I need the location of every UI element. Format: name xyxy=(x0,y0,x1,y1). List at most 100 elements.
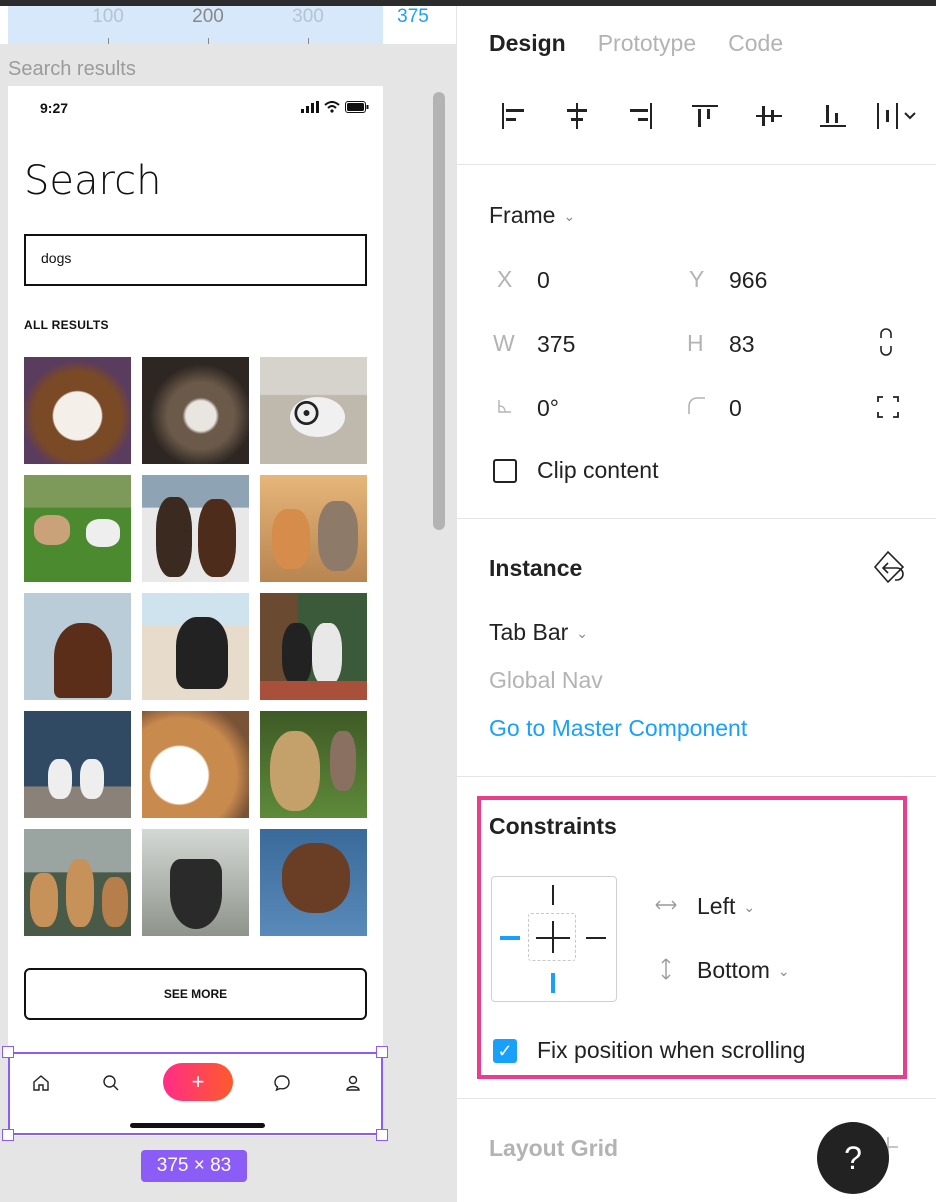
align-bottom-icon[interactable] xyxy=(801,96,865,136)
resize-handle-bottom-left[interactable] xyxy=(2,1129,14,1141)
battery-icon xyxy=(345,101,369,113)
dog-photo-11[interactable] xyxy=(142,711,249,818)
dog-photo-9[interactable] xyxy=(260,593,367,700)
vertical-constraint-value: Bottom xyxy=(697,957,770,983)
component-name: Tab Bar xyxy=(489,619,569,645)
vertical-arrows-icon xyxy=(661,958,671,980)
x-field[interactable]: 0 xyxy=(537,267,550,294)
layout-grid-title: Layout Grid xyxy=(489,1135,619,1161)
horizontal-constraint-dropdown[interactable]: Left ⌄ xyxy=(697,893,755,920)
height-field[interactable]: 83 xyxy=(729,331,755,358)
results-grid xyxy=(24,357,367,936)
dog-photo-6[interactable] xyxy=(260,475,367,582)
chevron-down-icon: ⌄ xyxy=(777,963,790,980)
panel-tabs: Design Prototype Code xyxy=(489,30,783,57)
dog-photo-12[interactable] xyxy=(260,711,367,818)
align-left-icon[interactable] xyxy=(481,96,545,136)
dog-photo-15[interactable] xyxy=(260,829,367,936)
section-heading: ALL RESULTS xyxy=(24,318,109,332)
resize-handle-bottom-right[interactable] xyxy=(376,1129,388,1141)
w-label: W xyxy=(493,330,515,356)
clip-content-checkbox[interactable] xyxy=(493,459,517,483)
tab-prototype[interactable]: Prototype xyxy=(598,30,696,57)
section-divider xyxy=(457,1098,936,1099)
search-results-frame[interactable]: 9:27 Search dogs ALL RESULTS SEE MORE xyxy=(8,86,383,1136)
ruler-tick-selected: 375 xyxy=(397,6,429,27)
h-label: H xyxy=(687,330,704,356)
dog-photo-2[interactable] xyxy=(142,357,249,464)
section-divider xyxy=(457,164,936,165)
corner-radius-icon xyxy=(688,397,705,414)
dog-photo-10[interactable] xyxy=(24,711,131,818)
wifi-icon xyxy=(324,101,340,113)
dog-photo-7[interactable] xyxy=(24,593,131,700)
status-time: 9:27 xyxy=(40,100,69,116)
search-icon xyxy=(103,1075,119,1091)
clip-content-label: Clip content xyxy=(537,457,659,483)
chevron-down-icon: ⌄ xyxy=(576,625,588,642)
page-title: Search xyxy=(24,158,162,204)
dog-photo-13[interactable] xyxy=(24,829,131,936)
constraint-bottom-active[interactable] xyxy=(551,973,555,993)
reset-instance-icon[interactable] xyxy=(871,548,907,586)
constraint-right[interactable] xyxy=(586,937,606,939)
constraint-left-active[interactable] xyxy=(500,936,520,940)
add-button[interactable]: + xyxy=(163,1063,233,1101)
dog-photo-5[interactable] xyxy=(142,475,249,582)
resize-handle-top-right[interactable] xyxy=(376,1046,388,1058)
chevron-down-icon: ⌄ xyxy=(563,208,576,225)
constrain-proportions-icon[interactable] xyxy=(879,328,893,356)
fix-position-label: Fix position when scrolling xyxy=(537,1037,806,1063)
align-right-icon[interactable] xyxy=(609,96,673,136)
section-divider xyxy=(457,776,936,777)
dog-photo-3[interactable] xyxy=(260,357,367,464)
align-horizontal-center-icon[interactable] xyxy=(545,96,609,136)
horizontal-arrows-icon xyxy=(655,900,677,910)
checkmark-icon: ✓ xyxy=(497,1040,513,1061)
constraints-widget[interactable] xyxy=(491,876,617,1002)
align-top-icon[interactable] xyxy=(673,96,737,136)
frame-name-label[interactable]: Search results xyxy=(8,58,136,81)
ruler-tick-mark xyxy=(308,38,309,44)
dog-photo-4[interactable] xyxy=(24,475,131,582)
tab-code[interactable]: Code xyxy=(728,30,783,57)
independent-corners-icon[interactable] xyxy=(877,396,899,418)
help-button[interactable]: ? xyxy=(817,1122,889,1194)
tab-design[interactable]: Design xyxy=(489,30,566,57)
status-icons xyxy=(301,100,369,114)
constraints-title: Constraints xyxy=(489,813,617,839)
search-input[interactable]: dogs xyxy=(24,234,367,286)
tab-bar-instance[interactable]: + xyxy=(8,1052,383,1135)
align-vertical-center-icon[interactable] xyxy=(737,96,801,136)
instance-title: Instance xyxy=(489,555,583,581)
y-field[interactable]: 966 xyxy=(729,267,767,294)
signal-icon xyxy=(301,101,319,113)
home-icon xyxy=(33,1075,49,1091)
width-field[interactable]: 375 xyxy=(537,331,575,358)
vertical-constraint-dropdown[interactable]: Bottom ⌄ xyxy=(697,957,790,984)
section-divider xyxy=(457,518,936,519)
dog-photo-1[interactable] xyxy=(24,357,131,464)
profile-icon xyxy=(346,1075,360,1091)
fix-position-checkbox[interactable]: ✓ xyxy=(493,1039,517,1063)
canvas-scrollbar[interactable] xyxy=(433,92,445,530)
ruler-tick-mark xyxy=(208,38,209,44)
resize-handle-top-left[interactable] xyxy=(2,1046,14,1058)
properties-panel: Design Prototype Code Frame ⌄ X 0 Y 966 W… xyxy=(456,6,936,1202)
constraint-center-h[interactable] xyxy=(536,937,570,939)
dog-photo-8[interactable] xyxy=(142,593,249,700)
rotation-field[interactable]: 0° xyxy=(537,395,559,422)
see-more-button[interactable]: SEE MORE xyxy=(24,968,367,1020)
ruler-tick: 300 xyxy=(292,6,324,27)
corner-radius-field[interactable]: 0 xyxy=(729,395,742,422)
distribute-icon[interactable] xyxy=(865,96,929,136)
chat-icon xyxy=(274,1075,290,1092)
frame-type-dropdown[interactable]: Frame ⌄ xyxy=(489,202,575,229)
dog-photo-14[interactable] xyxy=(142,829,249,936)
chevron-down-icon: ⌄ xyxy=(743,899,756,916)
go-to-master-link[interactable]: Go to Master Component xyxy=(489,715,747,742)
horizontal-constraint-value: Left xyxy=(697,893,736,919)
component-dropdown[interactable]: Tab Bar ⌄ xyxy=(489,619,588,646)
constraint-top[interactable] xyxy=(552,885,554,905)
x-label: X xyxy=(497,266,513,292)
